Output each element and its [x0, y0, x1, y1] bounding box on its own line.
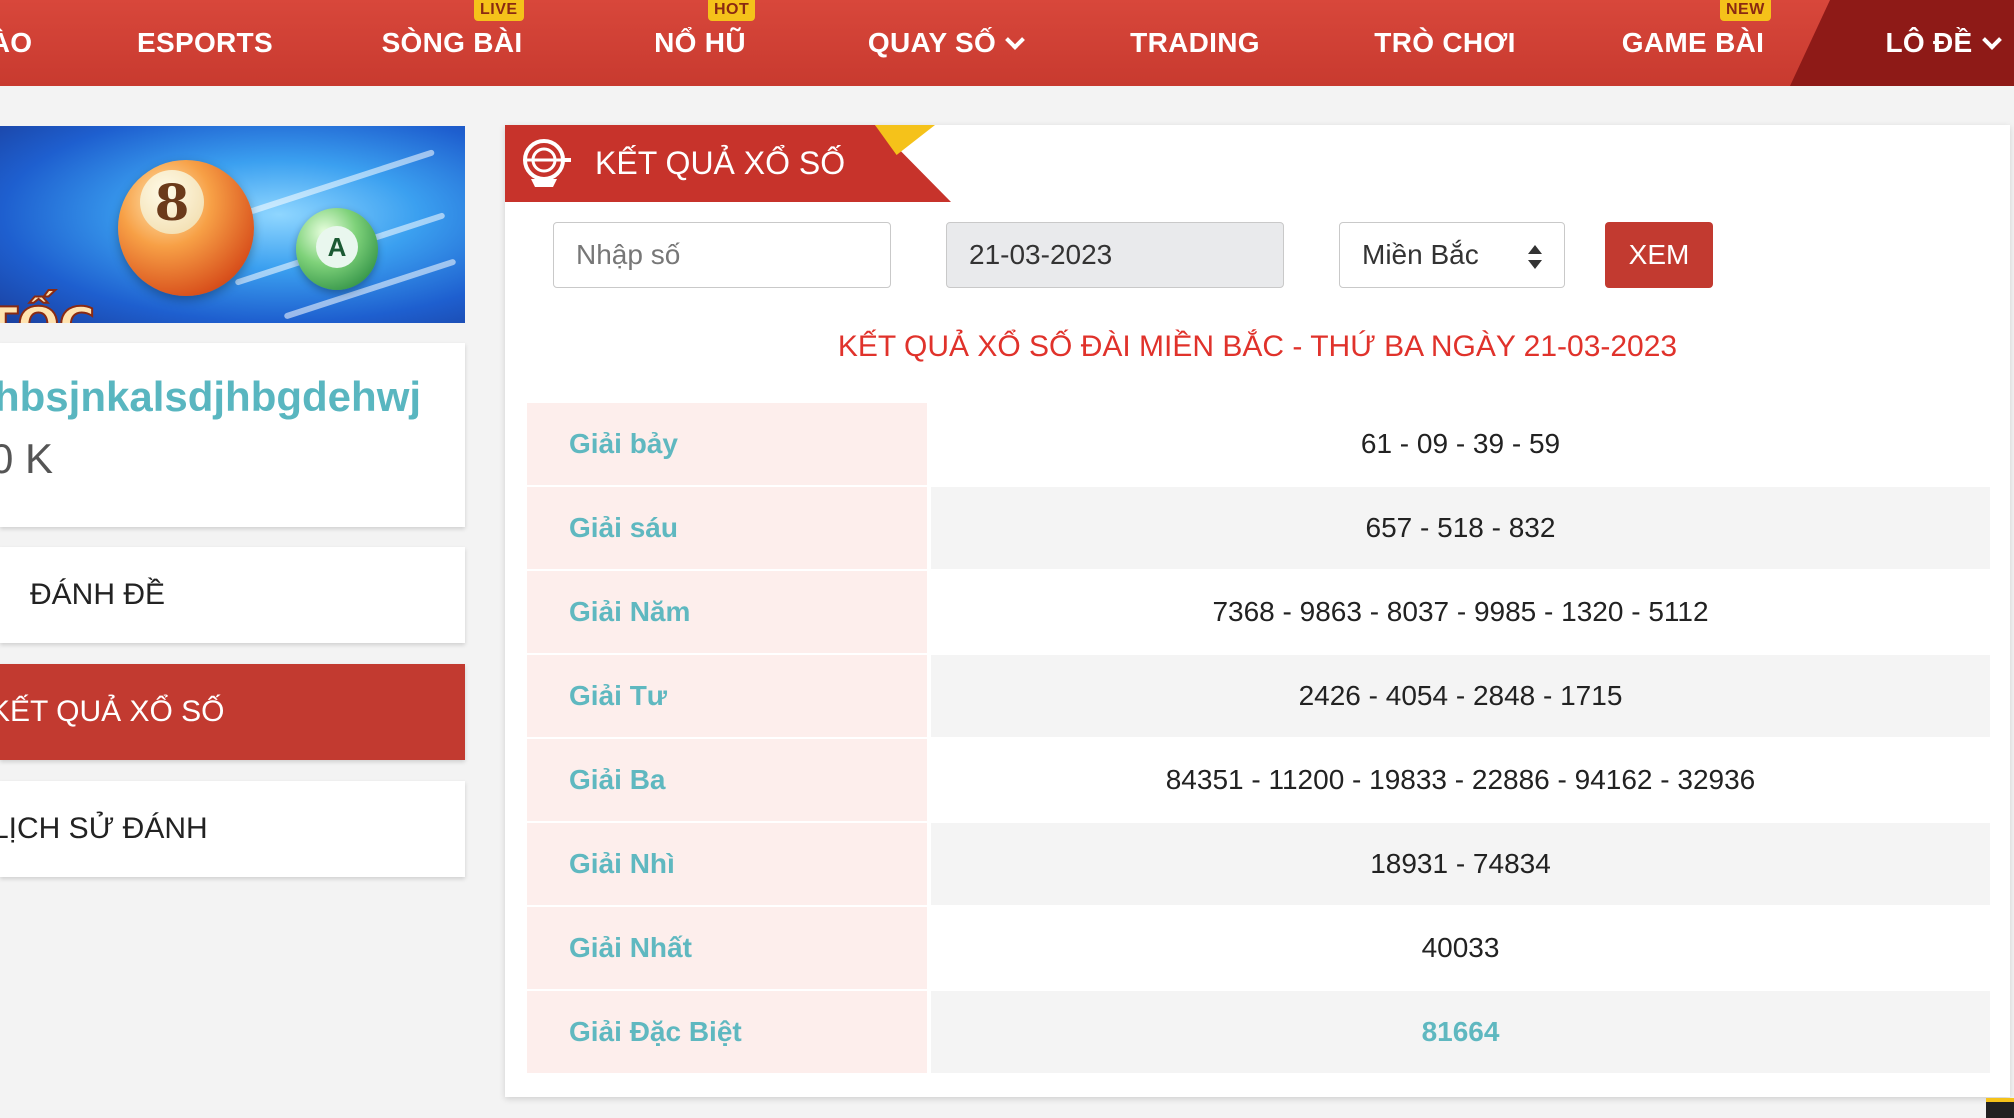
prize-label: Giải Năm [527, 571, 927, 653]
menu-ket-qua-xo-so[interactable]: KẾT QUẢ XỔ SỐ [0, 664, 465, 760]
date-field[interactable]: 21-03-2023 [946, 222, 1284, 288]
table-row: Giải Nhì 18931 - 74834 [527, 823, 1990, 905]
prize-label: Giải sáu [527, 487, 927, 569]
nav-item-tro-choi[interactable]: TRÒ CHƠI [1370, 0, 1520, 86]
chevron-down-icon [1005, 30, 1025, 50]
menu-lich-su-danh[interactable]: LỊCH SỬ ĐÁNH [0, 781, 465, 877]
prize-numbers: 61 - 09 - 39 - 59 [1360, 428, 1561, 459]
username: hbsjnkalsdjhbgdehwj [0, 373, 422, 420]
number-search-input[interactable] [553, 222, 891, 288]
ball-letter: A [316, 226, 358, 268]
nav-item-lo-de[interactable]: LÔ ĐỀ [1870, 0, 2014, 86]
lottery-ball-icon: 8 [118, 160, 254, 296]
lottery-ball-icon: A [296, 208, 378, 290]
live-badge: LIVE [474, 0, 524, 21]
prize-numbers: 84351 - 11200 - 19833 - 22886 - 94162 - … [1165, 764, 1756, 795]
nav-item-game-bai[interactable]: NEW GAME BÀI [1618, 0, 1771, 86]
menu-label: ĐÁNH ĐỀ [30, 578, 166, 611]
nav-item-trading[interactable]: TRADING [1120, 0, 1270, 86]
lottery-drum-icon [523, 139, 571, 187]
prize-label: Giải bảy [527, 403, 927, 485]
banner-title: TỐC [0, 296, 96, 323]
nav-item-quay-so[interactable]: QUAY SỐ [860, 0, 1030, 86]
prize-numbers: 7368 - 9863 - 8037 - 9985 - 1320 - 5112 [1212, 596, 1709, 627]
select-arrows-icon [1528, 245, 1542, 269]
nav-item-label: ESPORTS [137, 27, 273, 58]
balance: 0 K [0, 435, 54, 482]
prize-label: Giải Ba [527, 739, 927, 821]
table-row: Giải Tư 2426 - 4054 - 2848 - 1715 [527, 655, 1990, 737]
prize-numbers: 2426 - 4054 - 2848 - 1715 [931, 655, 1990, 737]
prize-label: Giải Nhì [527, 823, 927, 905]
table-row: Giải Năm 7368 - 9863 - 8037 - 9985 - 132… [527, 571, 1990, 653]
prize-numbers: 657 - 518 - 832 [931, 487, 1990, 569]
hot-badge: HOT [708, 0, 756, 21]
nav-item-song-bai[interactable]: LIVE SÒNG BÀI [370, 0, 534, 86]
nav-item-no-hu[interactable]: HOT NỔ HŨ [640, 0, 760, 86]
table-row: Giải bảy 61 - 09 - 39 - 59 [527, 403, 1990, 485]
result-heading: KẾT QUẢ XỔ SỐ ĐÀI MIỀN BẮC - THỨ BA NGÀY… [837, 330, 1678, 363]
table-row: Giải Đặc Biệt 81664 [527, 991, 1990, 1073]
ball-number: 8 [140, 170, 204, 234]
table-row: Giải Nhất 40033 [527, 907, 1990, 989]
region-value: Miền Bắc [1362, 239, 1479, 270]
table-row: Giải Ba 84351 - 11200 - 19833 - 22886 - … [527, 739, 1990, 821]
panel-title: KẾT QUẢ XỔ SỐ [595, 145, 846, 181]
special-prize-numbers: 81664 [931, 991, 1990, 1073]
prize-numbers: 18931 - 74834 [931, 823, 1990, 905]
promo-banner[interactable]: 8 A TỐC [0, 126, 465, 323]
prize-numbers: 40033 [1421, 932, 1500, 963]
prize-label: Giải Nhất [527, 907, 927, 989]
menu-danh-de[interactable]: ĐÁNH ĐỀ [0, 547, 465, 643]
nav-item-label: GAME BÀI [1621, 27, 1765, 58]
menu-label: KẾT QUẢ XỔ SỐ [0, 695, 225, 728]
nav-item-esports[interactable]: ESPORTS [130, 0, 280, 86]
view-button[interactable]: XEM [1605, 222, 1713, 288]
nav-item-label: QUAY SỐ [867, 27, 997, 58]
region-select[interactable]: Miền Bắc [1339, 222, 1565, 288]
nav-item-label: ÀO [0, 27, 33, 58]
prize-label: Giải Đặc Biệt [527, 991, 927, 1073]
chevron-down-icon [1981, 30, 2002, 50]
chat-widget-corner[interactable] [1986, 1098, 2014, 1118]
date-value: 21-03-2023 [969, 239, 1113, 270]
table-row: Giải sáu 657 - 518 - 832 [527, 487, 1990, 569]
nav-item-label: SÒNG BÀI [381, 27, 523, 58]
nav-item-label: TRÒ CHƠI [1374, 27, 1516, 58]
prize-label: Giải Tư [527, 655, 927, 737]
new-badge: NEW [1720, 0, 1771, 21]
nav-item-partial[interactable]: ÀO [0, 0, 36, 86]
nav-item-label: LÔ ĐỀ [1885, 27, 1973, 58]
menu-label: LỊCH SỬ ĐÁNH [0, 812, 208, 845]
user-card: hbsjnkalsdjhbgdehwj 0 K [0, 343, 465, 527]
nav-item-label: TRADING [1130, 27, 1260, 58]
top-navigation: ÀO ESPORTS LIVE SÒNG BÀI HOT NỔ HŨ QUAY … [0, 0, 2014, 86]
nav-item-label: NỔ HŨ [654, 27, 746, 58]
